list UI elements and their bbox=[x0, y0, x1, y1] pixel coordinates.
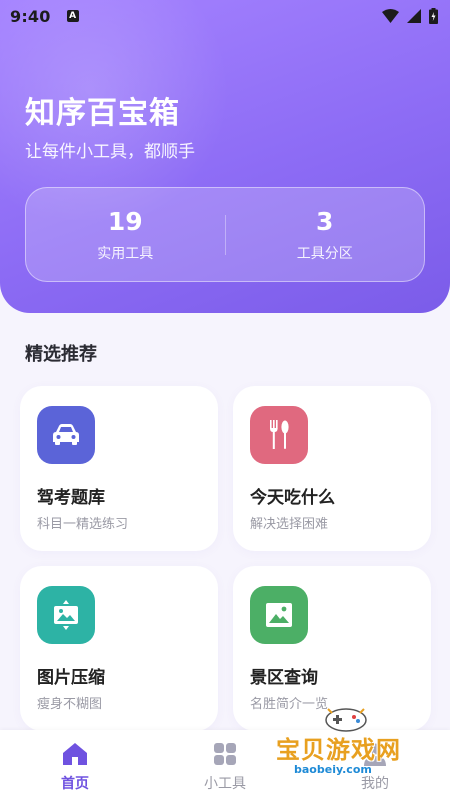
card-title: 今天吃什么 bbox=[250, 488, 335, 508]
signal-icon bbox=[407, 9, 421, 23]
card-desc: 科目一精选练习 bbox=[37, 517, 129, 532]
section-title: 精选推荐 bbox=[25, 344, 97, 365]
landscape-icon bbox=[250, 586, 308, 644]
nav-tools-label: 小工具 bbox=[204, 776, 246, 792]
stat-tools-value: 19 bbox=[107, 206, 143, 236]
app-subtitle: 让每件小工具，都顺手 bbox=[25, 142, 195, 162]
tool-card-what-to-eat[interactable]: 今天吃什么 解决选择困难 bbox=[233, 386, 431, 551]
battery-icon bbox=[429, 8, 438, 24]
car-icon bbox=[37, 406, 95, 464]
status-indicators bbox=[382, 8, 438, 24]
card-title: 驾考题库 bbox=[37, 488, 105, 508]
card-desc: 解决选择困难 bbox=[250, 517, 329, 532]
notification-a-icon: A bbox=[66, 10, 79, 22]
status-time: 9:40 bbox=[10, 6, 51, 26]
fork-spoon-icon bbox=[250, 406, 308, 464]
card-desc: 瘦身不糊图 bbox=[37, 697, 103, 712]
watermark: 宝贝游戏网 baobeiy.com bbox=[276, 705, 446, 795]
watermark-url: baobeiy.com bbox=[294, 763, 372, 776]
home-icon bbox=[63, 743, 87, 765]
stat-categories-value: 3 bbox=[316, 206, 334, 236]
tool-card-image-compress[interactable]: 图片压缩 瘦身不糊图 bbox=[20, 566, 218, 731]
card-title: 景区查询 bbox=[250, 668, 318, 688]
image-compress-icon bbox=[37, 586, 95, 644]
nav-home-label: 首页 bbox=[61, 776, 89, 792]
stat-tools: 19 实用工具 bbox=[26, 207, 225, 263]
grid-icon bbox=[214, 743, 236, 765]
stat-tools-label: 实用工具 bbox=[97, 245, 154, 262]
card-title: 图片压缩 bbox=[37, 668, 105, 688]
watermark-text: 宝贝游戏网 bbox=[276, 736, 401, 764]
nav-home[interactable]: 首页 bbox=[0, 730, 150, 800]
stats-card: 19 实用工具 3 工具分区 bbox=[25, 187, 425, 282]
stat-categories: 3 工具分区 bbox=[226, 207, 425, 263]
status-bar: 9:40 A bbox=[0, 0, 450, 32]
tool-card-driving-test[interactable]: 驾考题库 科目一精选练习 bbox=[20, 386, 218, 551]
wifi-icon bbox=[382, 9, 399, 23]
stat-categories-label: 工具分区 bbox=[296, 245, 353, 262]
header-banner: 知序百宝箱 让每件小工具，都顺手 19 实用工具 3 工具分区 bbox=[0, 0, 450, 313]
app-title: 知序百宝箱 bbox=[25, 96, 180, 131]
